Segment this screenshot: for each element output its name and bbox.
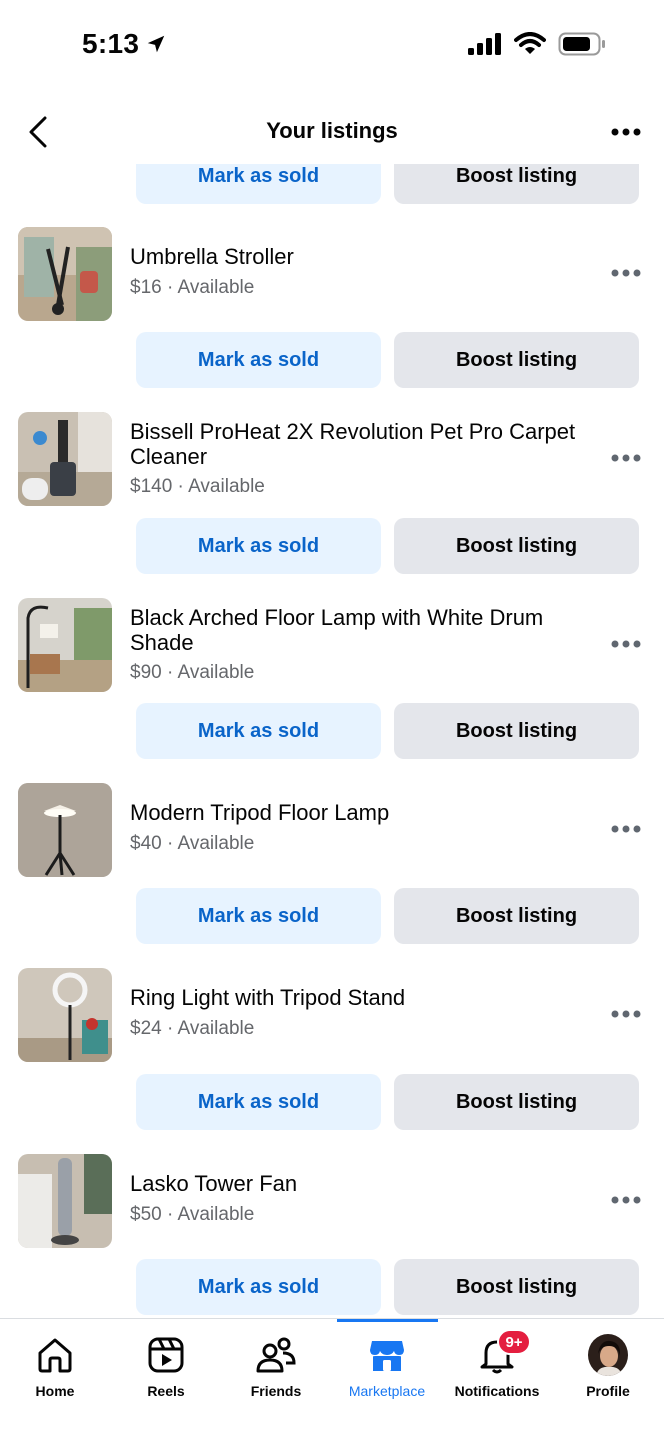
listing-price-status: $16 · Available: [130, 277, 255, 298]
home-icon: [35, 1335, 75, 1375]
nav-notifications[interactable]: 9+ Notifications: [442, 1319, 552, 1419]
listing-price-status: $140 · Available: [130, 476, 265, 497]
boost-listing-button[interactable]: Boost listing: [394, 332, 639, 388]
status-time-text: 5:13: [82, 28, 140, 59]
nav-home[interactable]: Home: [0, 1319, 110, 1419]
notification-badge: 9+: [497, 1329, 531, 1355]
listing-thumbnail-stroller[interactable]: [18, 227, 112, 321]
boost-listing-button[interactable]: Boost listing: [394, 518, 639, 574]
nav-reels[interactable]: Reels: [111, 1319, 221, 1419]
boost-listing-button[interactable]: Boost listing: [394, 164, 639, 204]
boost-listing-button[interactable]: Boost listing: [394, 1074, 639, 1130]
more-horizontal-icon: [611, 1196, 641, 1204]
header: Your listings: [0, 100, 664, 164]
nav-marketplace[interactable]: Marketplace: [332, 1319, 442, 1419]
listing-more-button[interactable]: [608, 446, 644, 470]
listing-thumbnail-tower-fan[interactable]: [18, 1154, 112, 1248]
bottom-nav: Home Reels Friends Marketplace 9+ Notifi…: [0, 1318, 664, 1440]
status-time: 5:13: [82, 28, 167, 60]
listing-price-status: $24 · Available: [130, 1018, 255, 1039]
location-arrow-icon: [148, 35, 165, 53]
nav-reels-label: Reels: [147, 1383, 185, 1399]
listing-more-button[interactable]: [608, 1188, 644, 1212]
listing-thumbnail-arched-lamp[interactable]: [18, 598, 112, 692]
mark-as-sold-button[interactable]: Mark as sold: [136, 703, 381, 759]
mark-as-sold-button[interactable]: Mark as sold: [136, 164, 381, 204]
page-title: Your listings: [266, 118, 398, 143]
mark-as-sold-button[interactable]: Mark as sold: [136, 518, 381, 574]
listing-title[interactable]: Modern Tripod Floor Lamp: [130, 800, 600, 825]
more-horizontal-icon: [611, 269, 641, 277]
listing-price-status: $40 · Available: [130, 833, 255, 854]
listing-title[interactable]: Bissell ProHeat 2X Revolution Pet Pro Ca…: [130, 419, 600, 469]
listing-price-status: $50 · Available: [130, 1204, 255, 1225]
listings-list: Mark as sold Boost listing Umbrella Stro…: [0, 164, 664, 1318]
listing-thumbnail-tripod-lamp[interactable]: [18, 783, 112, 877]
listing-more-button[interactable]: [608, 261, 644, 285]
nav-profile-label: Profile: [586, 1383, 630, 1399]
wifi-icon: [514, 32, 546, 54]
status-bar: 5:13: [0, 0, 664, 90]
nav-friends[interactable]: Friends: [221, 1319, 331, 1419]
listing-more-button[interactable]: [608, 817, 644, 841]
bell-icon: 9+: [477, 1329, 531, 1375]
nav-profile[interactable]: Profile: [553, 1319, 663, 1419]
more-horizontal-icon: [611, 454, 641, 462]
friends-icon: [256, 1335, 296, 1375]
boost-listing-button[interactable]: Boost listing: [394, 1259, 639, 1315]
listing-more-button[interactable]: [608, 632, 644, 656]
listing-more-button[interactable]: [608, 1002, 644, 1026]
mark-as-sold-button[interactable]: Mark as sold: [136, 332, 381, 388]
boost-listing-button[interactable]: Boost listing: [394, 888, 639, 944]
more-horizontal-icon: [611, 128, 641, 136]
listing-price-status: $90 · Available: [130, 662, 255, 683]
battery-icon: [558, 32, 605, 56]
more-horizontal-icon: [611, 825, 641, 833]
status-icons: [468, 32, 606, 56]
more-horizontal-icon: [611, 1010, 641, 1018]
listing-title[interactable]: Umbrella Stroller: [130, 244, 600, 269]
listing-title[interactable]: Ring Light with Tripod Stand: [130, 985, 600, 1010]
avatar: [588, 1334, 628, 1376]
nav-notifications-label: Notifications: [454, 1383, 540, 1399]
nav-friends-label: Friends: [250, 1383, 302, 1399]
marketplace-icon: [367, 1335, 407, 1375]
mark-as-sold-button[interactable]: Mark as sold: [136, 1259, 381, 1315]
listing-thumbnail-carpet-cleaner[interactable]: [18, 412, 112, 506]
more-horizontal-icon: [611, 640, 641, 648]
cellular-signal-icon: [468, 33, 501, 55]
reels-icon: [146, 1335, 186, 1375]
nav-marketplace-label: Marketplace: [348, 1383, 426, 1399]
mark-as-sold-button[interactable]: Mark as sold: [136, 888, 381, 944]
listing-title[interactable]: Black Arched Floor Lamp with White Drum …: [130, 605, 600, 655]
more-options-button[interactable]: [606, 114, 646, 150]
listing-thumbnail-ring-light[interactable]: [18, 968, 112, 1062]
listing-title[interactable]: Lasko Tower Fan: [130, 1171, 600, 1196]
mark-as-sold-button[interactable]: Mark as sold: [136, 1074, 381, 1130]
boost-listing-button[interactable]: Boost listing: [394, 703, 639, 759]
nav-home-label: Home: [35, 1383, 75, 1399]
